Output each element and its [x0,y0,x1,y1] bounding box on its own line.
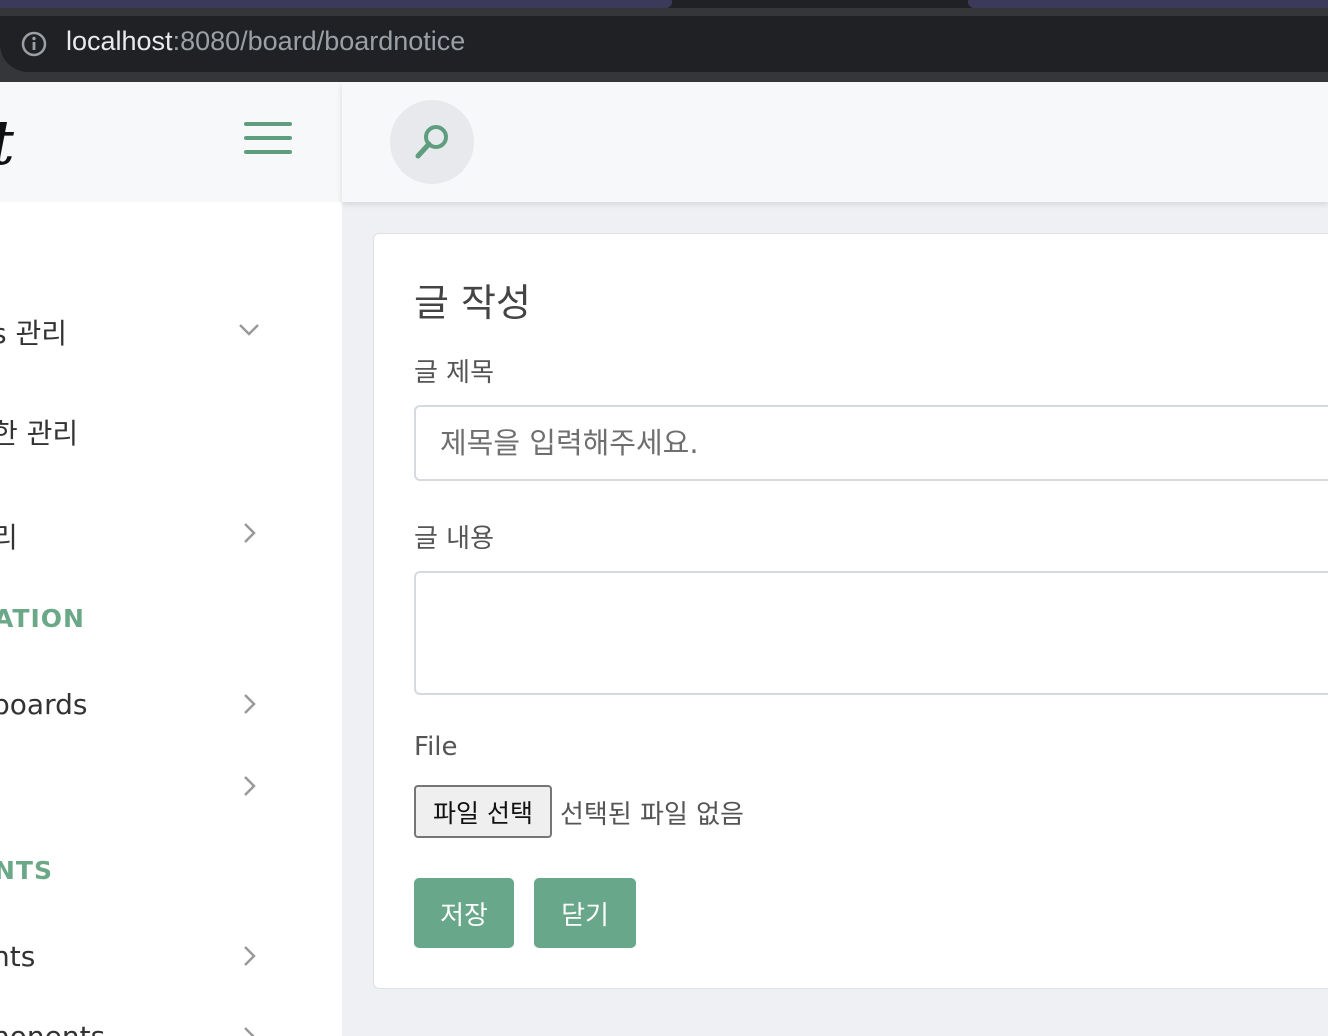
close-button[interactable]: 닫기 [534,878,636,948]
sidebar-item-label: 한 관리 [0,417,79,450]
sidebar-item-3[interactable]: 리 [0,504,342,564]
chevron-right-icon [244,776,256,796]
sidebar-item-label: s 관리 [0,317,68,350]
chevron-right-icon [244,946,256,966]
sidebar-item-label: nonents [0,1020,105,1036]
content-label: 글 내용 [414,524,495,554]
sidebar-item-1[interactable]: s 관리 [0,300,342,360]
chevron-right-icon [244,694,256,714]
search-button[interactable] [390,100,474,184]
file-choose-button[interactable]: 파일 선택 [414,785,552,838]
sidebar-item-7[interactable]: nonents [0,1008,342,1036]
content-textarea[interactable] [414,571,1328,695]
sidebar-item-label: boards [0,688,88,721]
search-icon [415,125,448,159]
hamburger-menu-icon[interactable] [244,122,296,158]
file-label: File [414,732,458,762]
browser-tab[interactable] [0,0,672,8]
address-bar[interactable]: localhost:8080/board/boardnotice [0,16,1328,72]
sidebar-item-label: 리 [0,521,18,554]
chevron-right-icon [244,523,256,543]
sidebar-item-2[interactable]: 한 관리 [0,400,342,460]
file-status-text: 선택된 파일 없음 [560,800,744,830]
sidebar-item-boards[interactable]: boards [0,674,342,734]
subject-label: 글 제목 [414,358,495,388]
brand-logo[interactable]: t [0,106,15,179]
sidebar-section-heading: NTS [0,856,53,885]
write-post-card: 글 작성 글 제목 글 내용 File 파일 선택 선택된 파일 없음 저장 닫… [373,233,1328,989]
sidebar-item-label: nts [0,940,36,973]
url-text[interactable]: localhost:8080/board/boardnotice [66,26,465,57]
browser-chrome: localhost:8080/board/boardnotice [0,0,1328,82]
brand-area: t [0,82,342,202]
sidebar: t s 관리 한 관리 리 ATION boards NTS nts nonen… [0,82,342,1036]
page-title: 글 작성 [414,281,531,325]
sidebar-item-5[interactable] [0,756,342,816]
top-navbar [342,82,1328,202]
tab-strip [0,0,1328,8]
save-button[interactable]: 저장 [414,878,514,948]
sidebar-item-6[interactable]: nts [0,926,342,986]
info-icon[interactable] [20,30,48,58]
chevron-right-icon [244,1027,255,1036]
chevron-down-icon [239,324,259,336]
subject-input[interactable] [414,405,1328,481]
sidebar-section-heading: ATION [0,604,85,633]
browser-tab[interactable] [968,0,1328,8]
